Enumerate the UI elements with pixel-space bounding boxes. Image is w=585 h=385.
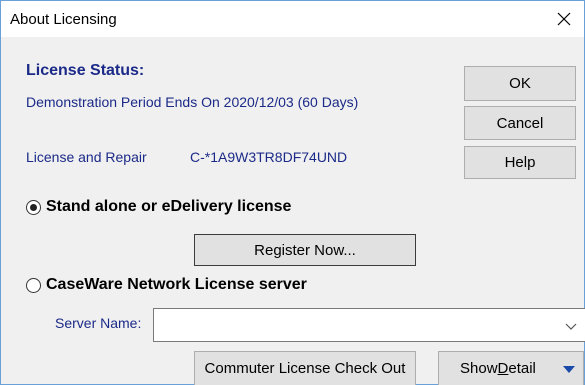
show-detail-prefix: Show xyxy=(460,360,498,377)
show-detail-button[interactable]: Show D etail xyxy=(438,351,584,385)
close-icon xyxy=(557,12,571,26)
license-repair-label: License and Repair xyxy=(26,149,147,165)
network-radio[interactable] xyxy=(26,277,41,293)
standalone-license-option[interactable]: Stand alone or eDelivery license xyxy=(26,198,291,216)
ok-button[interactable]: OK xyxy=(464,66,576,101)
server-name-combobox[interactable] xyxy=(153,308,585,342)
show-detail-suffix: etail xyxy=(508,360,536,377)
title-bar: About Licensing xyxy=(1,1,584,37)
cancel-button[interactable]: Cancel xyxy=(464,106,576,140)
network-license-option[interactable]: CaseWare Network License server xyxy=(26,276,307,294)
close-button[interactable] xyxy=(544,1,584,37)
network-label: CaseWare Network License server xyxy=(46,276,307,293)
chevron-down-icon[interactable] xyxy=(565,320,577,332)
standalone-radio[interactable] xyxy=(26,199,41,215)
demo-period-text: Demonstration Period Ends On 2020/12/03 … xyxy=(26,94,359,110)
window-title: About Licensing xyxy=(10,11,117,28)
server-name-label: Server Name: xyxy=(55,315,142,331)
triangle-down-icon xyxy=(563,366,575,373)
help-button[interactable]: Help xyxy=(464,146,576,179)
show-detail-accelerator: D xyxy=(497,360,509,377)
commuter-checkout-button[interactable]: Commuter License Check Out xyxy=(194,351,416,385)
license-code: C-*1A9W3TR8DF74UND xyxy=(190,149,348,165)
register-now-button[interactable]: Register Now... xyxy=(194,234,416,266)
about-licensing-dialog: About Licensing License Status: Demonstr… xyxy=(0,0,585,385)
license-status-heading: License Status: xyxy=(26,62,145,79)
standalone-label: Stand alone or eDelivery license xyxy=(46,198,292,215)
